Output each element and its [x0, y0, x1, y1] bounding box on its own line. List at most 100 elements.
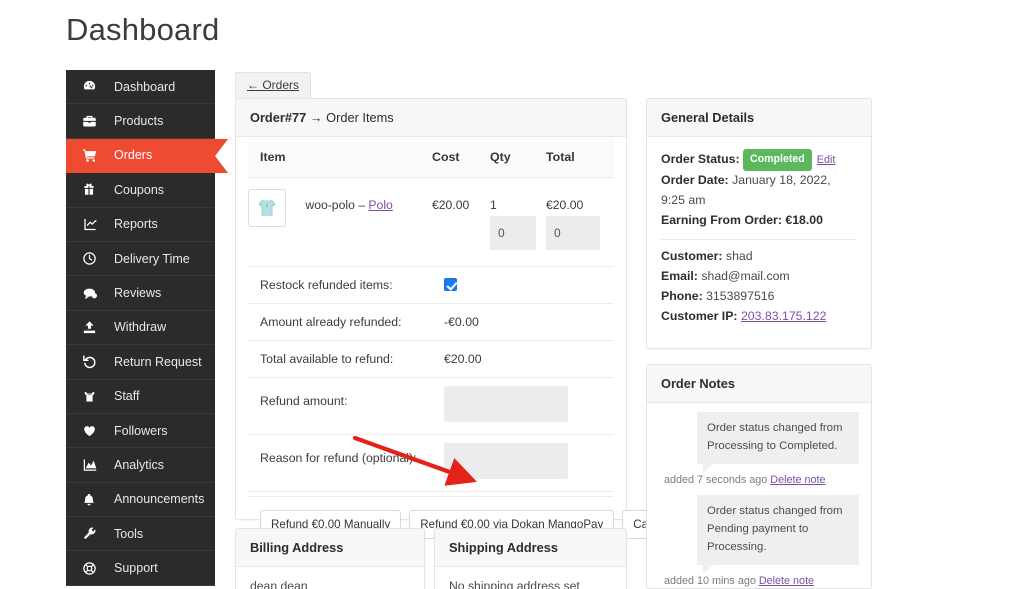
sidebar-item-label: Dashboard: [114, 79, 176, 94]
qty-refund-input[interactable]: [490, 216, 536, 250]
sidebar-item-withdraw[interactable]: Withdraw: [66, 311, 215, 346]
shipping-address-title: Shipping Address: [435, 529, 626, 567]
product-link[interactable]: Polo: [368, 198, 392, 212]
sidebar-item-support[interactable]: Support: [66, 551, 215, 586]
already-refunded-row: Amount already refunded: -€0.00: [248, 304, 614, 341]
gift-icon: [82, 182, 104, 198]
customer-label: Customer:: [661, 248, 723, 263]
sidebar-item-dashboard[interactable]: Dashboard: [66, 70, 215, 105]
earning-row: Earning From Order: €18.00: [661, 211, 857, 231]
sidebar-item-label: Return Request: [114, 354, 202, 369]
delete-note-link[interactable]: Delete note: [759, 575, 814, 587]
shipping-address-panel: Shipping Address No shipping address set: [434, 528, 627, 589]
sidebar-item-coupons[interactable]: Coupons: [66, 173, 215, 208]
gauge-icon: [82, 79, 104, 95]
restock-row: Restock refunded items:: [248, 267, 614, 304]
already-refunded-label: Amount already refunded:: [260, 315, 402, 329]
col-total: Total: [546, 137, 614, 178]
sidebar-item-label: Reports: [114, 217, 158, 232]
billing-address-panel: Billing Address dean dean: [235, 528, 425, 589]
clock-icon: [82, 251, 104, 267]
sidebar-item-orders[interactable]: Orders: [66, 138, 228, 174]
qty-cell: 1: [490, 177, 546, 267]
item-cell: woo-polo – Polo: [248, 177, 432, 267]
sidebar-item-reports[interactable]: Reports: [66, 208, 215, 242]
phone-value: 3153897516: [706, 288, 775, 303]
sidebar-item-followers[interactable]: Followers: [66, 414, 215, 449]
total-refund-input[interactable]: [546, 216, 600, 250]
cost-value: €20.00: [432, 198, 470, 212]
tab-back-label: ← Orders: [247, 78, 300, 92]
col-item: Item: [248, 137, 432, 178]
earning-label: Earning From Order:: [661, 212, 782, 227]
general-details-title: General Details: [647, 99, 871, 137]
tab-back-to-orders[interactable]: ← Orders: [235, 72, 312, 98]
sidebar-item-label: Orders: [114, 148, 153, 163]
sidebar-item-tools[interactable]: Tools: [66, 517, 215, 552]
sidebar-item-label: Coupons: [114, 182, 165, 197]
restock-checkbox[interactable]: [444, 278, 457, 291]
customer-value: shad: [725, 248, 753, 263]
sidebar-item-return-request[interactable]: Return Request: [66, 345, 215, 380]
heading-arrow: →: [306, 110, 327, 125]
order-notes-list: Order status changed from Processing to …: [647, 403, 871, 587]
restock-label: Restock refunded items:: [260, 278, 393, 292]
cost-cell: €20.00: [432, 177, 490, 267]
undo-icon: [82, 354, 104, 370]
table-row: woo-polo – Polo €20.00 1 €20.00: [248, 177, 614, 267]
total-cell: €20.00: [546, 177, 614, 267]
phone-row: Phone: 3153897516: [661, 287, 857, 307]
items-header-row: Item Cost Qty Total: [248, 137, 614, 178]
general-details-panel: General Details Order Status: Completed E…: [646, 98, 872, 349]
general-details-body: Order Status: Completed Edit Order Date: …: [647, 137, 871, 337]
tab-strip: ← Orders: [235, 72, 312, 98]
area-chart-icon: [82, 457, 104, 473]
refund-amount-row: Refund amount:: [248, 378, 614, 435]
sidebar-item-products[interactable]: Products: [66, 104, 215, 139]
sidebar-item-reviews[interactable]: Reviews: [66, 276, 215, 311]
order-items-heading: Order#77 → Order Items: [236, 99, 626, 137]
already-refunded-value: -€0.00: [444, 315, 479, 329]
comment-icon: [82, 285, 104, 301]
order-note-text: Order status changed from Pending paymen…: [697, 495, 859, 575]
sidebar-item-label: Reviews: [114, 286, 162, 301]
page-title: Dashboard: [66, 12, 220, 47]
sidebar-item-announcements[interactable]: Announcements: [66, 483, 215, 518]
order-note-meta: added 7 seconds ago Delete note: [664, 474, 859, 486]
refund-amount-label: Refund amount:: [260, 394, 348, 408]
sidebar-item-label: Support: [114, 561, 158, 576]
order-note-text: Order status changed from Processing to …: [697, 412, 859, 474]
refund-amount-input[interactable]: [444, 386, 568, 422]
details-divider: [661, 238, 857, 240]
customer-ip-link[interactable]: 203.83.175.122: [741, 309, 826, 323]
briefcase-icon: [82, 113, 104, 129]
sidebar-item-staff[interactable]: Staff: [66, 380, 215, 414]
users-icon: [82, 388, 104, 404]
product-sku: woo-polo –: [305, 198, 369, 212]
email-value: shad@mail.com: [701, 268, 790, 283]
refund-reason-input[interactable]: [444, 443, 568, 479]
product-thumbnail: [248, 189, 286, 227]
phone-label: Phone:: [661, 288, 703, 303]
sidebar-item-label: Products: [114, 114, 164, 129]
billing-address-title: Billing Address: [236, 529, 424, 567]
sidebar-item-label: Followers: [114, 423, 168, 438]
sidebar-item-delivery-time[interactable]: Delivery Time: [66, 242, 215, 277]
delete-note-link[interactable]: Delete note: [770, 474, 825, 486]
shipping-address-body: No shipping address set: [449, 579, 580, 589]
sidebar-item-label: Analytics: [114, 457, 165, 472]
product-name: woo-polo – Polo: [305, 189, 392, 212]
total-value: €20.00: [546, 198, 584, 212]
order-items-panel: Order#77 → Order Items Item Cost Qty Tot…: [235, 98, 681, 539]
upload-icon: [82, 319, 104, 335]
edit-status-link[interactable]: Edit: [817, 154, 836, 166]
sidebar-item-analytics[interactable]: Analytics: [66, 448, 215, 483]
order-status-row: Order Status: Completed Edit: [661, 149, 857, 172]
bell-icon: [82, 491, 104, 507]
order-note-timestamp: added 7 seconds ago: [664, 474, 771, 487]
customer-row: Customer: shad: [661, 247, 857, 267]
customer-ip-label: Customer IP:: [661, 308, 738, 323]
sidebar-item-label: Staff: [114, 389, 140, 404]
order-number: Order#77: [250, 110, 307, 125]
dashboard-page: Dashboard Dashboard Products Orders Coupons…: [0, 0, 1024, 589]
